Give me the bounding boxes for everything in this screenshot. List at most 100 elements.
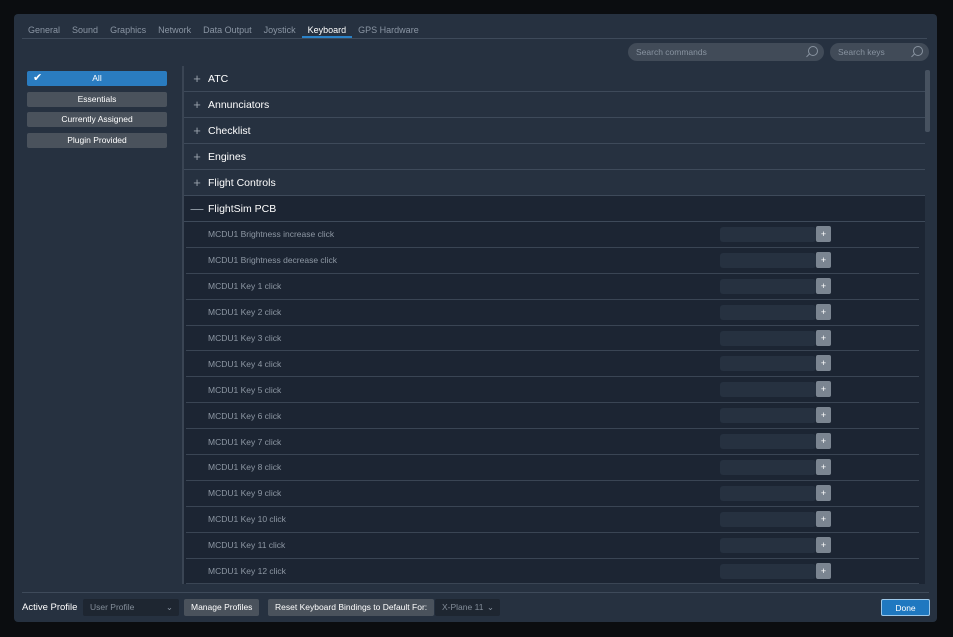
key-binding-field[interactable]: [720, 434, 816, 450]
key-binding-field[interactable]: [720, 537, 816, 553]
command-label: MCDU1 Key 12 click: [208, 566, 286, 577]
command-label: MCDU1 Brightness increase click: [208, 229, 335, 240]
key-binding-field[interactable]: [720, 382, 816, 398]
reset-target-select[interactable]: X-Plane 11 ⌄: [435, 599, 500, 616]
reset-target-value: X-Plane 11: [442, 602, 484, 612]
filter-essentials[interactable]: Essentials: [27, 91, 167, 107]
chevron-down-icon: ⌄: [486, 602, 494, 612]
filter-currently-assigned[interactable]: Currently Assigned: [27, 112, 167, 127]
scrollbar[interactable]: [925, 70, 930, 132]
key-binding-field[interactable]: [720, 511, 816, 527]
search-icon: [913, 46, 923, 56]
category-label: FlightSim PCB: [208, 202, 277, 215]
tab-joystick[interactable]: Joystick: [258, 22, 302, 38]
key-binding-field[interactable]: [720, 278, 816, 294]
tab-sound[interactable]: Sound: [66, 22, 104, 38]
add-binding-button[interactable]: +: [816, 536, 831, 553]
command-label: MCDU1 Key 11 click: [208, 540, 286, 551]
command-label: MCDU1 Key 8 click: [208, 462, 282, 473]
add-binding-button[interactable]: +: [816, 226, 831, 242]
tab-graphics[interactable]: Graphics: [104, 22, 152, 38]
add-binding-button[interactable]: +: [816, 433, 831, 450]
chevron-down-icon: ⌄: [165, 602, 173, 612]
command-label: MCDU1 Brightness decrease click: [208, 255, 337, 266]
profile-value: User Profile: [90, 602, 135, 612]
command-label: MCDU1 Key 7 click: [208, 436, 282, 447]
key-binding-field[interactable]: [720, 252, 816, 268]
command-row: MCDU1 Brightness decrease click +: [186, 248, 919, 274]
add-binding-button[interactable]: +: [816, 329, 831, 346]
command-row: MCDU1 Key 8 click +: [186, 455, 919, 481]
manage-profiles-button[interactable]: Manage Profiles: [184, 599, 260, 616]
category-label: Checklist: [208, 124, 251, 137]
command-label: MCDU1 Key 1 click: [208, 281, 282, 292]
command-row: MCDU1 Key 6 click +: [186, 403, 919, 430]
add-binding-button[interactable]: +: [816, 484, 831, 501]
filter-label: All: [92, 73, 102, 83]
expand-icon: +: [193, 149, 201, 164]
command-label: MCDU1 Key 6 click: [208, 410, 282, 421]
add-binding-button[interactable]: +: [816, 562, 831, 579]
category-label: Engines: [208, 150, 246, 163]
tab-keyboard[interactable]: Keyboard: [301, 22, 353, 38]
tab-data-output[interactable]: Data Output: [197, 22, 258, 38]
key-binding-field[interactable]: [720, 485, 816, 501]
add-binding-button[interactable]: +: [816, 407, 831, 424]
tab-gps-hardware[interactable]: GPS Hardware: [352, 22, 425, 38]
command-row: MCDU1 Key 1 click +: [186, 274, 919, 300]
category-atc[interactable]: + ATC: [184, 66, 925, 92]
filter-label: Currently Assigned: [61, 114, 133, 124]
key-binding-field[interactable]: [720, 330, 816, 346]
keyboard-settings-dialog: General Sound Graphics Network Data Output Jo…: [14, 14, 937, 622]
tab-general[interactable]: General: [22, 22, 66, 38]
command-list: + ATC + Annunciators + Checklist + Engines + Flig…: [182, 66, 925, 584]
category-label: Flight Controls: [208, 176, 276, 189]
command-row: MCDU1 Key 5 click +: [186, 377, 919, 404]
key-binding-field[interactable]: [720, 356, 816, 372]
search-keys-input[interactable]: Search keys: [830, 43, 929, 61]
category-annunciators[interactable]: + Annunciators: [184, 92, 925, 118]
command-row: MCDU1 Key 11 click +: [186, 533, 919, 559]
command-row: MCDU1 Key 9 click +: [186, 481, 919, 507]
command-row: MCDU1 Key 2 click +: [186, 300, 919, 326]
add-binding-button[interactable]: +: [816, 381, 831, 398]
tab-network[interactable]: Network: [152, 22, 197, 38]
done-button[interactable]: Done: [881, 599, 930, 616]
filter-plugin-provided[interactable]: Plugin Provided: [27, 132, 167, 148]
command-row: MCDU1 Key 12 click +: [186, 559, 919, 584]
filter-all[interactable]: ✔ All: [27, 71, 167, 86]
add-binding-button[interactable]: +: [816, 459, 831, 476]
expand-icon: +: [193, 71, 201, 86]
add-binding-button[interactable]: +: [816, 510, 831, 527]
expanded-category: — FlightSim PCB MCDU1 Brightness increase …: [184, 196, 925, 584]
key-binding-field[interactable]: [720, 563, 816, 579]
key-binding-field[interactable]: [720, 408, 816, 424]
category-flight-controls[interactable]: + Flight Controls: [184, 170, 925, 196]
command-row: MCDU1 Key 4 click +: [186, 351, 919, 378]
checkmark-icon: ✔: [33, 72, 43, 84]
filter-label: Plugin Provided: [67, 134, 127, 145]
key-binding-field[interactable]: [720, 460, 816, 476]
category-flightsim-pcb[interactable]: — FlightSim PCB: [184, 196, 925, 222]
add-binding-button[interactable]: +: [816, 355, 831, 372]
command-label: MCDU1 Key 10 click: [208, 514, 286, 525]
active-profile-label: Active Profile: [22, 602, 78, 613]
reset-bindings-button[interactable]: Reset Keyboard Bindings to Default For:: [268, 599, 435, 616]
expand-icon: +: [193, 123, 201, 138]
key-binding-field[interactable]: [720, 304, 816, 320]
category-engines[interactable]: + Engines: [184, 144, 925, 170]
profile-select[interactable]: User Profile ⌄: [83, 599, 179, 616]
search-keys-placeholder: Search keys: [838, 47, 885, 57]
command-label: MCDU1 Key 2 click: [208, 307, 282, 318]
search-icon: [808, 46, 818, 56]
search-commands-input[interactable]: Search commands: [628, 43, 824, 61]
add-binding-button[interactable]: +: [816, 277, 831, 294]
category-checklist[interactable]: + Checklist: [184, 118, 925, 144]
add-binding-button[interactable]: +: [816, 251, 831, 268]
add-binding-button[interactable]: +: [816, 303, 831, 320]
key-binding-field[interactable]: [720, 227, 816, 242]
command-label: MCDU1 Key 3 click: [208, 333, 282, 343]
collapse-icon: —: [190, 201, 204, 216]
command-row: MCDU1 Key 3 click +: [186, 326, 919, 352]
command-row: MCDU1 Key 7 click +: [186, 429, 919, 456]
